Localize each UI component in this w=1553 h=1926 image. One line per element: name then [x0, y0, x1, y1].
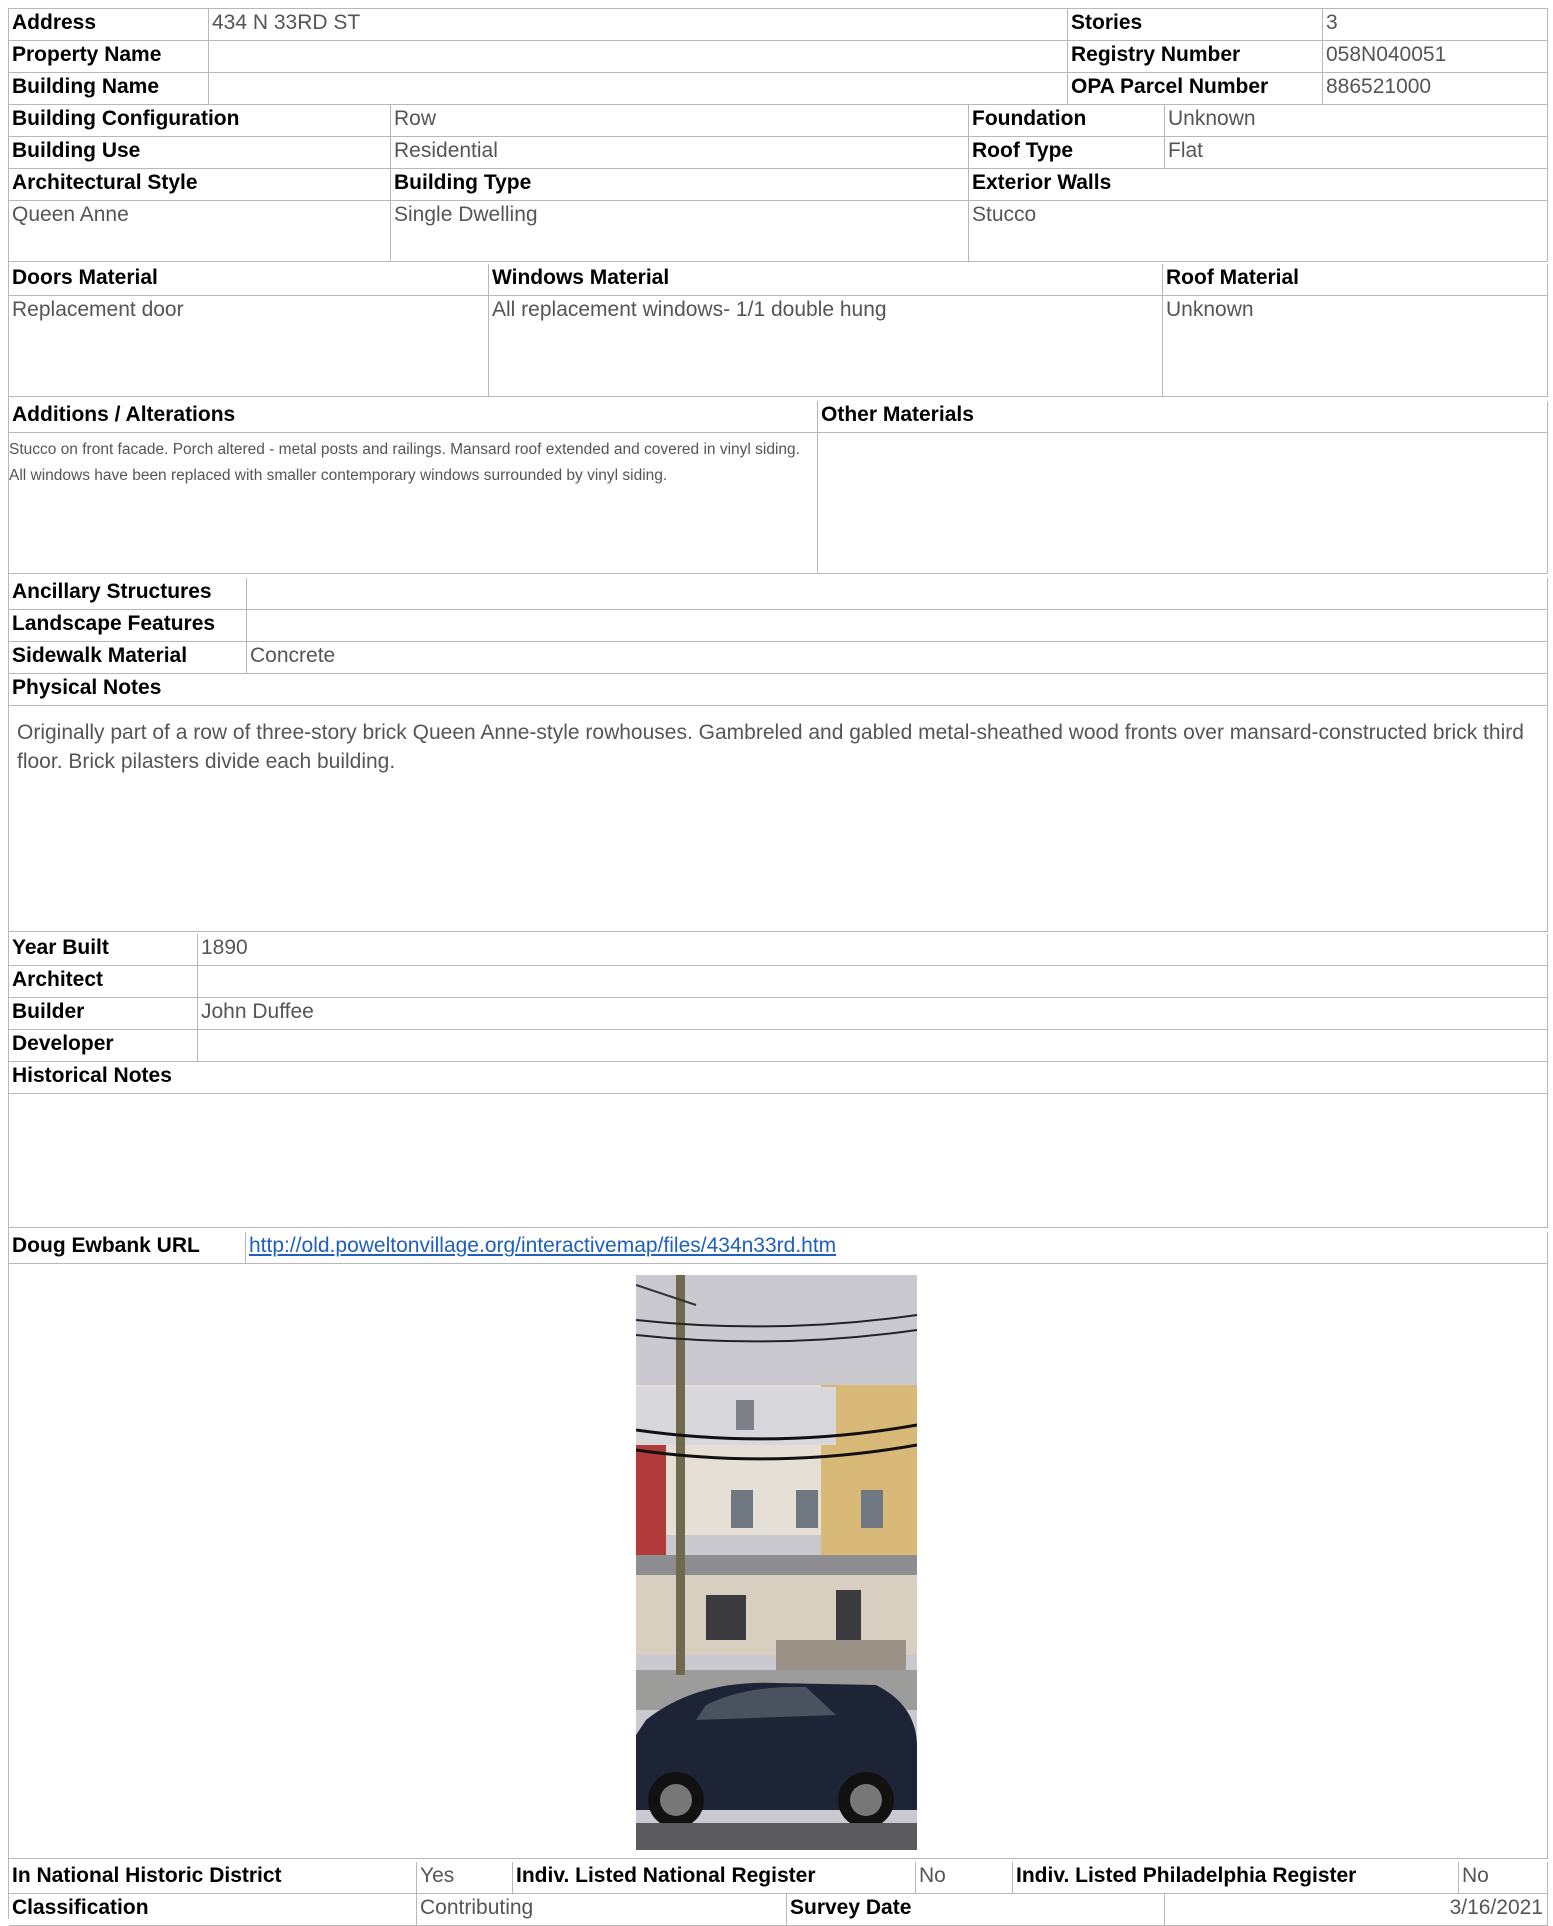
style-value-row: Queen Anne Single Dwelling Stucco: [9, 201, 1548, 262]
materials-value-row: Replacement door All replacement windows…: [9, 296, 1548, 397]
registry-label: Registry Number: [1068, 41, 1323, 73]
classification-value: Contributing: [417, 1894, 787, 1926]
developer-row: Developer: [9, 1030, 1548, 1062]
sidewalk-label: Sidewalk Material: [9, 642, 247, 674]
roof-type-label: Roof Type: [969, 137, 1165, 169]
landscape-row: Landscape Features: [9, 610, 1548, 642]
historical-notes-header: Historical Notes: [9, 1062, 1548, 1094]
historical-notes-text: [9, 1094, 1548, 1228]
style-header-row: Architectural Style Building Type Exteri…: [9, 169, 1548, 201]
config-value: Row: [391, 105, 969, 137]
walls-label: Exterior Walls: [969, 169, 1548, 201]
opa-label: OPA Parcel Number: [1068, 73, 1323, 105]
config-label: Building Configuration: [9, 105, 391, 137]
alterations-value-row: Stucco on front facade. Porch altered - …: [9, 433, 1548, 574]
building-photo: [636, 1275, 917, 1850]
developer-label: Developer: [9, 1030, 198, 1062]
classification-row: Classification Contributing Survey Date …: [9, 1894, 1548, 1926]
foundation-label: Foundation: [969, 105, 1165, 137]
style-label: Architectural Style: [9, 169, 391, 201]
ewbank-row: Doug Ewbank URL http://old.poweltonvilla…: [9, 1232, 1548, 1264]
historical-notes-label: Historical Notes: [9, 1062, 1548, 1094]
physical-notes-text: Originally part of a row of three-story …: [9, 706, 1548, 932]
classification-label: Classification: [9, 1894, 417, 1926]
physical-notes-header: Physical Notes: [9, 674, 1548, 706]
district-label: In National Historic District: [9, 1862, 417, 1894]
phila-value: No: [1459, 1862, 1548, 1894]
alterations-header-row: Additions / Alterations Other Materials: [9, 401, 1548, 433]
type-value: Single Dwelling: [391, 201, 969, 262]
national-value: No: [916, 1862, 1013, 1894]
building-photo-icon: [636, 1275, 917, 1850]
registry-value: 058N040051: [1323, 41, 1548, 73]
roof-material-value: Unknown: [1163, 296, 1548, 397]
phila-label: Indiv. Listed Philadelphia Register: [1013, 1862, 1459, 1894]
physical-notes-body: Originally part of a row of three-story …: [9, 706, 1548, 932]
architect-row: Architect: [9, 966, 1548, 998]
config-row: Building Configuration Row Foundation Un…: [9, 105, 1548, 137]
builder-row: Builder John Duffee: [9, 998, 1548, 1030]
roof-material-label: Roof Material: [1163, 264, 1548, 296]
roof-type-value: Flat: [1165, 137, 1548, 169]
doors-value: Replacement door: [9, 296, 489, 397]
windows-label: Windows Material: [489, 264, 1163, 296]
additions-value: Stucco on front facade. Porch altered - …: [9, 433, 818, 574]
landscape-label: Landscape Features: [9, 610, 247, 642]
walls-value: Stucco: [969, 201, 1548, 262]
windows-value: All replacement windows- 1/1 double hung: [489, 296, 1163, 397]
ewbank-link[interactable]: http://old.poweltonvillage.org/interacti…: [249, 1234, 836, 1257]
physical-notes-label: Physical Notes: [9, 674, 1548, 706]
property-name-value: [209, 41, 1068, 73]
ancillary-row: Ancillary Structures: [9, 578, 1548, 610]
building-name-row: Building Name OPA Parcel Number 88652100…: [9, 73, 1548, 105]
property-survey-form: Address 434 N 33RD ST Stories 3 Property…: [0, 0, 1553, 1926]
landscape-value: [247, 610, 1548, 642]
builder-label: Builder: [9, 998, 198, 1030]
architect-value: [198, 966, 1548, 998]
year-built-value: 1890: [198, 934, 1548, 966]
address-label: Address: [9, 9, 209, 41]
address-row: Address 434 N 33RD ST Stories 3: [9, 9, 1548, 41]
survey-date-label: Survey Date: [787, 1894, 1165, 1926]
opa-value: 886521000: [1323, 73, 1548, 105]
property-name-label: Property Name: [9, 41, 209, 73]
use-value: Residential: [391, 137, 969, 169]
stories-label: Stories: [1068, 9, 1323, 41]
district-value: Yes: [417, 1862, 513, 1894]
ancillary-value: [247, 578, 1548, 610]
national-label: Indiv. Listed National Register: [513, 1862, 916, 1894]
architect-label: Architect: [9, 966, 198, 998]
ewbank-label: Doug Ewbank URL: [9, 1232, 246, 1264]
building-name-value: [209, 73, 1068, 105]
builder-value: John Duffee: [198, 998, 1548, 1030]
developer-value: [198, 1030, 1548, 1062]
property-name-row: Property Name Registry Number 058N040051: [9, 41, 1548, 73]
doors-label: Doors Material: [9, 264, 489, 296]
stories-value: 3: [1323, 9, 1548, 41]
foundation-value: Unknown: [1165, 105, 1548, 137]
additions-label: Additions / Alterations: [9, 401, 818, 433]
use-row: Building Use Residential Roof Type Flat: [9, 137, 1548, 169]
other-materials-label: Other Materials: [818, 401, 1548, 433]
other-materials-value: [818, 433, 1548, 574]
building-name-label: Building Name: [9, 73, 209, 105]
district-row: In National Historic District Yes Indiv.…: [9, 1862, 1548, 1894]
year-row: Year Built 1890: [9, 934, 1548, 966]
style-value: Queen Anne: [9, 201, 391, 262]
use-label: Building Use: [9, 137, 391, 169]
year-built-label: Year Built: [9, 934, 198, 966]
materials-header-row: Doors Material Windows Material Roof Mat…: [9, 264, 1548, 296]
address-value: 434 N 33RD ST: [209, 9, 1068, 41]
historical-notes-body: [9, 1094, 1548, 1228]
sidewalk-row: Sidewalk Material Concrete: [9, 642, 1548, 674]
type-label: Building Type: [391, 169, 969, 201]
ewbank-cell: http://old.poweltonvillage.org/interacti…: [246, 1232, 1548, 1264]
sidewalk-value: Concrete: [247, 642, 1548, 674]
ancillary-label: Ancillary Structures: [9, 578, 247, 610]
survey-date-value: 3/16/2021: [1165, 1894, 1548, 1926]
